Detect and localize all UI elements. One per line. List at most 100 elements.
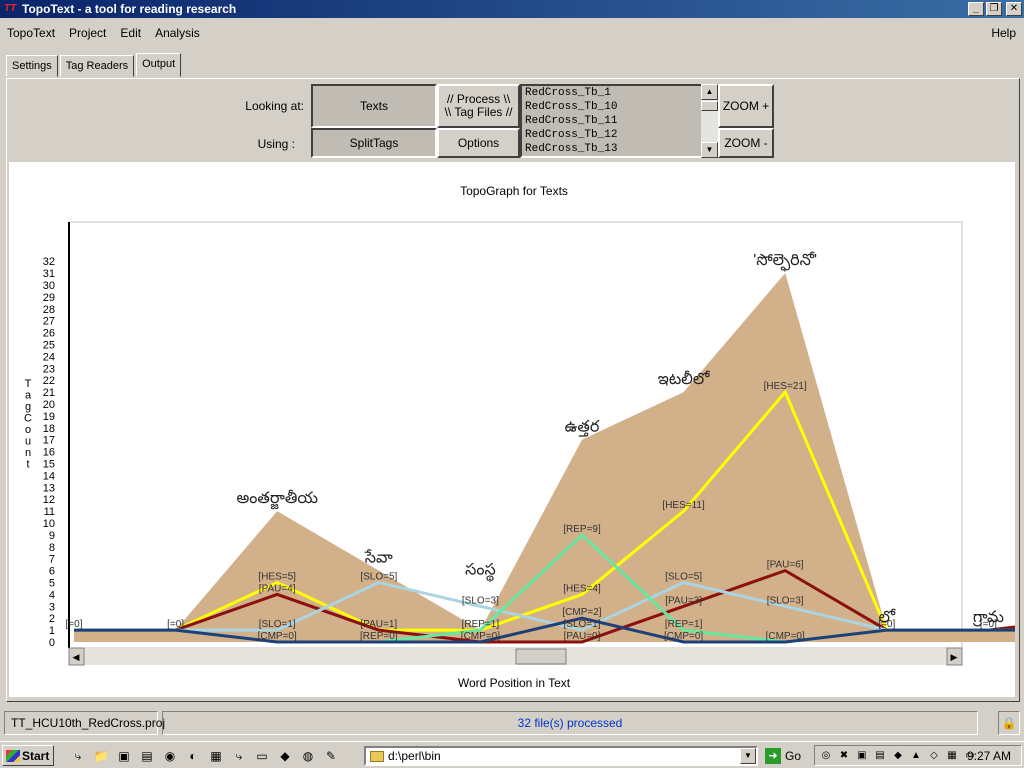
tray-icon[interactable]: ▤ [873,749,887,763]
y-tick-label: 4 [49,589,55,601]
quicklaunch-icon[interactable]: ⤷ [70,748,86,764]
y-tick-label: 7 [49,554,55,566]
app-icon[interactable]: ▦ [208,748,224,764]
data-label: [CMP=0] [258,631,297,642]
start-button[interactable]: Start [2,745,54,766]
menu-edit[interactable]: Edit [113,26,148,40]
y-axis-label-char: n [25,447,31,459]
options-button[interactable]: Options [437,128,520,158]
word-label: సేవా [364,549,393,567]
list-item[interactable]: RedCross_Tb_1 [522,86,716,100]
start-label: Start [22,748,50,763]
address-text: d:\perl\bin [388,749,441,763]
tray-icon[interactable]: ✖ [837,749,851,763]
y-tick-label: 6 [49,566,55,578]
y-tick-label: 22 [43,375,55,387]
minimize-icon[interactable]: _ [968,2,984,16]
scroll-right-glyph: ▶ [951,652,958,662]
y-tick-label: 16 [43,447,55,459]
tray-icon[interactable]: ◇ [927,749,941,763]
app-icon[interactable]: ▭ [254,748,270,764]
list-item[interactable]: RedCross_Tb_13 [522,142,716,156]
zoom-out-button[interactable]: ZOOM - [718,128,774,158]
process-line-2: \\ Tag Files // [444,105,513,119]
tab-output[interactable]: Output [136,53,182,77]
tab-settings[interactable]: Settings [6,55,58,77]
data-label: [PAU=3] [665,595,702,606]
tab-tag-readers[interactable]: Tag Readers [59,55,135,77]
y-tick-label: 25 [43,340,55,352]
folder-icon[interactable]: 📁 [93,748,109,764]
folder-icon [370,750,384,762]
y-tick-label: 14 [43,470,55,482]
file-list-scrollbar[interactable]: ▲ ▼ [701,84,718,158]
address-bar[interactable]: d:\perl\bin ▼ [364,746,758,766]
tray-icon[interactable]: ◎ [819,749,833,763]
y-axis-label-char: o [25,424,31,436]
y-tick-label: 10 [43,518,55,530]
menu-project[interactable]: Project [62,26,113,40]
file-list[interactable]: RedCross_Tb_1 RedCross_Tb_10 RedCross_Tb… [520,84,718,158]
chart-title: TopoGraph for Texts [460,184,568,198]
data-label: [SLO=3] [767,595,804,606]
data-label: [SLO=5] [665,572,702,583]
app-icon[interactable]: ▤ [139,748,155,764]
scroll-thumb[interactable] [701,101,718,111]
list-item[interactable]: RedCross_Tb_11 [522,114,716,128]
using-button[interactable]: SplitTags [311,128,437,158]
app-icon[interactable]: ⤷ [231,748,247,764]
go-label: Go [785,749,802,763]
app-icon[interactable]: ✎ [323,748,339,764]
chrome-icon[interactable]: ◍ [300,748,316,764]
data-label: [PAU=4] [259,583,296,594]
go-button[interactable]: ➜ Go [765,748,801,764]
y-axis-label-char: g [25,401,31,413]
menu-help[interactable]: Help [991,26,1016,40]
title-bar: TT TopoText - a tool for reading researc… [0,0,1024,18]
tray-icon[interactable]: ▣ [855,749,869,763]
go-arrow-icon: ➜ [765,748,781,764]
using-label: Using : [257,137,295,151]
data-label: [SLO=1] [259,619,296,630]
tray-icon[interactable]: ▦ [945,749,959,763]
tab-strip: Settings Tag Readers Output [6,53,183,78]
close-icon[interactable]: ✕ [1006,2,1022,16]
menu-topotext[interactable]: TopoText [0,26,62,40]
system-tray: ◎ ✖ ▣ ▤ ◆ ▲ ◇ ▦ ▭ 9:27 AM [814,745,1022,766]
menu-analysis[interactable]: Analysis [148,26,207,40]
list-item[interactable]: RedCross_Tb_12 [522,128,716,142]
process-tag-files-button[interactable]: // Process \\ \\ Tag Files // [437,84,520,128]
scroll-up-icon[interactable]: ▲ [701,84,718,100]
app-icon[interactable]: ◆ [277,748,293,764]
hscroll-thumb[interactable] [515,648,567,665]
y-tick-label: 32 [43,256,55,268]
data-label: [PAU=1] [360,619,397,630]
word-label: అంతర్జాతీయ [236,489,318,510]
y-tick-label: 2 [49,613,55,625]
app-icon[interactable]: ◐ [185,748,201,764]
lock-icon: 🔒 [998,711,1020,735]
y-axis-label: TagCount [24,378,32,471]
data-label: [SLO=3] [462,595,499,606]
browser-icon[interactable]: ◉ [162,748,178,764]
scroll-down-icon[interactable]: ▼ [701,142,718,158]
zoom-in-button[interactable]: ZOOM + [718,84,774,128]
tray-icon[interactable]: ◆ [891,749,905,763]
y-tick-label: 18 [43,423,55,435]
tray-icon[interactable]: ▲ [909,749,923,763]
restore-icon[interactable]: ❐ [986,2,1002,16]
app-icon[interactable]: ▣ [116,748,132,764]
looking-at-button[interactable]: Texts [311,84,437,128]
data-label: [REP=0] [360,631,398,642]
chevron-down-icon[interactable]: ▼ [740,748,756,764]
data-label: [HES=4] [563,583,601,594]
project-name: TT_HCU10th_RedCross.proj [4,711,165,735]
data-label: [PAU=0] [564,631,601,642]
taskbar: Start ⤷ 📁 ▣ ▤ ◉ ◐ ▦ ⤷ ▭ ◆ ◍ ✎ d:\perl\bi… [0,741,1024,768]
y-tick-label: 8 [49,542,55,554]
list-item[interactable]: RedCross_Tb_10 [522,100,716,114]
y-axis-label-char: t [26,459,29,471]
word-label: ఉత్తర [565,419,600,438]
word-label: గ్రామ [972,609,1004,627]
data-label: [HES=21] [764,381,807,392]
